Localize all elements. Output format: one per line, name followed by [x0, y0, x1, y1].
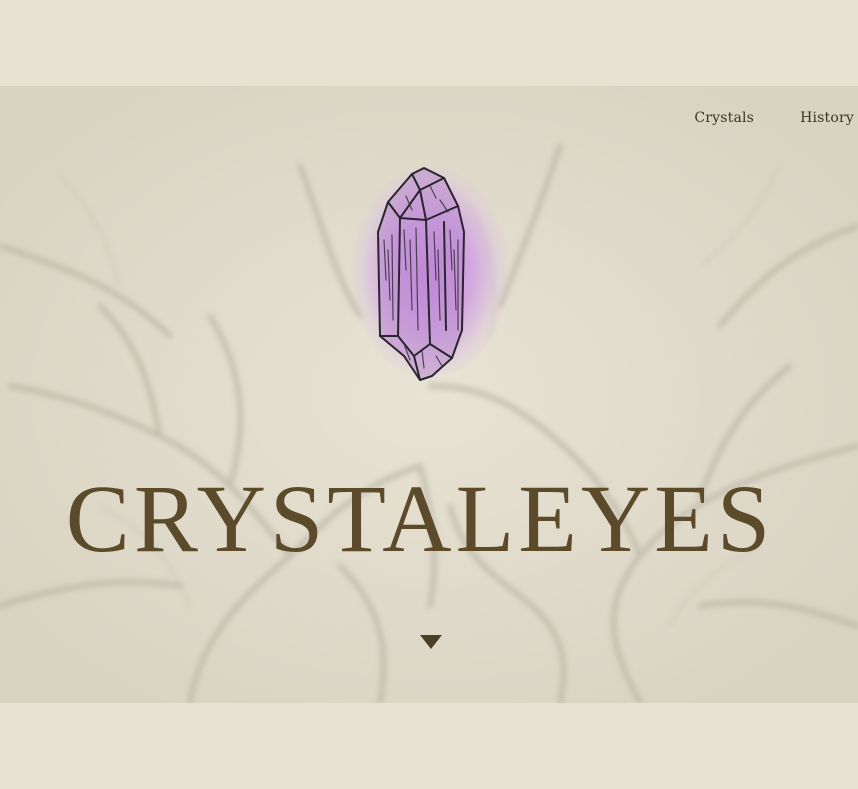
triangle-down-icon[interactable] [419, 634, 443, 650]
amethyst-crystal-icon [377, 167, 465, 381]
bottom-band [0, 703, 858, 789]
top-band [0, 0, 858, 86]
site-title: CRYSTALEYES [65, 465, 775, 572]
nav-link-history[interactable]: History [800, 110, 854, 126]
main-nav: Crystals History [694, 110, 854, 126]
nav-link-crystals[interactable]: Crystals [694, 110, 754, 126]
crystal-illustration [340, 160, 520, 400]
hero-section: Crystals History CRYSTALEYES [0, 86, 858, 703]
